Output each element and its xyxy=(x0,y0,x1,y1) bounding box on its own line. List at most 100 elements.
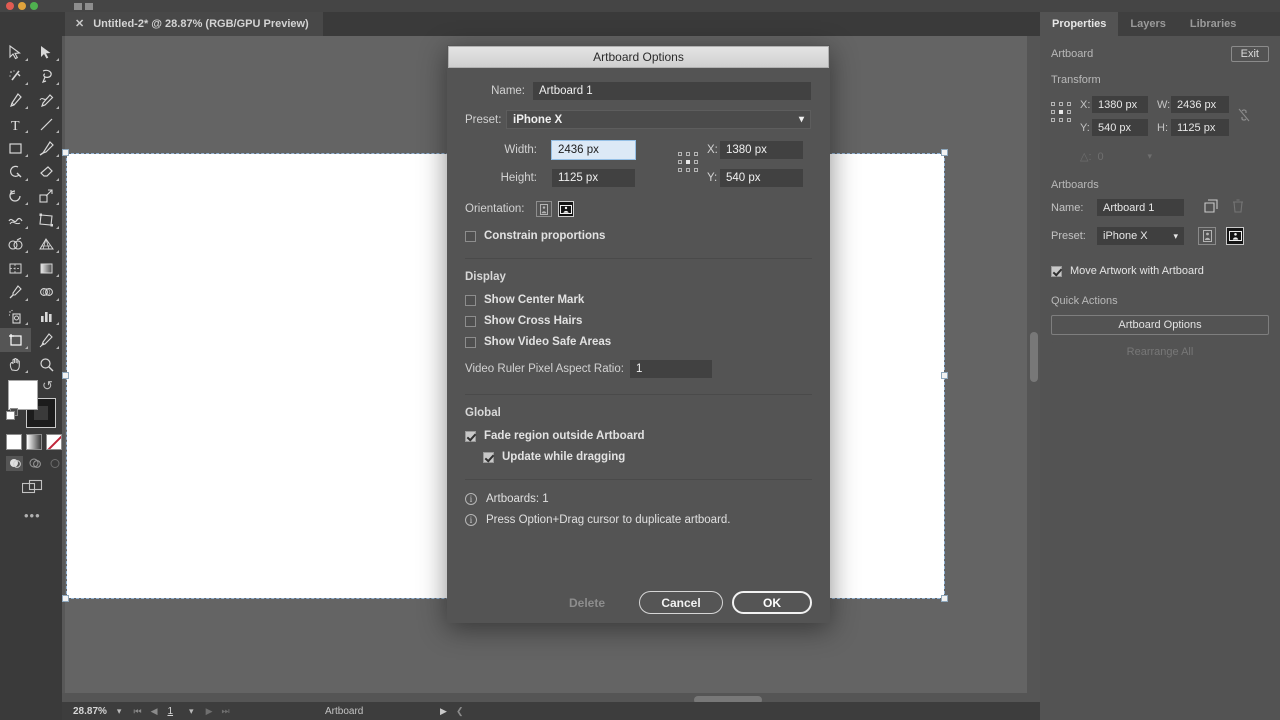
tab-libraries[interactable]: Libraries xyxy=(1178,12,1248,36)
move-artwork-row[interactable]: Move Artwork with Artboard xyxy=(1051,265,1280,277)
last-artboard-icon[interactable]: ⏭ xyxy=(222,706,230,717)
resize-handle-tr[interactable] xyxy=(941,149,948,156)
fill-color-swatch[interactable] xyxy=(8,380,38,410)
rectangle-tool[interactable] xyxy=(0,136,31,160)
update-dragging-row[interactable]: Update while dragging xyxy=(483,451,812,463)
resize-handle-ml[interactable] xyxy=(62,372,69,379)
free-transform-tool[interactable] xyxy=(31,208,62,232)
dialog-x-input[interactable]: 1380 px xyxy=(720,141,803,159)
resize-handle-br[interactable] xyxy=(941,595,948,602)
transform-w-input[interactable]: 2436 px xyxy=(1171,96,1229,113)
fade-region-row[interactable]: Fade region outside Artboard xyxy=(465,430,812,442)
prev-artboard-icon[interactable]: ◀ xyxy=(151,706,158,717)
line-segment-tool[interactable] xyxy=(31,112,62,136)
zoom-level[interactable]: 28.87% xyxy=(73,706,107,717)
ok-button[interactable]: OK xyxy=(732,591,812,614)
document-tab[interactable]: ✕ Untitled-2* @ 28.87% (RGB/GPU Preview) xyxy=(65,12,323,36)
perspective-grid-tool[interactable] xyxy=(31,232,62,256)
selection-tool[interactable] xyxy=(0,40,31,64)
constrain-proportions-checkbox[interactable] xyxy=(465,230,476,242)
new-artboard-icon[interactable] xyxy=(1204,199,1218,218)
gradient-tool[interactable] xyxy=(31,256,62,280)
close-window-button[interactable] xyxy=(6,2,14,10)
swap-fill-stroke-icon[interactable]: ↺ xyxy=(42,378,53,394)
dialog-y-input[interactable]: 540 px xyxy=(720,169,803,187)
artboard-options-button[interactable]: Artboard Options xyxy=(1051,315,1269,335)
edit-toolbar-icon[interactable]: ••• xyxy=(24,508,41,523)
paintbrush-tool[interactable] xyxy=(31,136,62,160)
lasso-tool[interactable] xyxy=(31,64,62,88)
color-mode-button[interactable] xyxy=(6,434,22,450)
eyedropper-tool[interactable] xyxy=(0,280,31,304)
draw-inside-button[interactable] xyxy=(46,456,63,471)
rotate-tool[interactable] xyxy=(0,184,31,208)
default-fill-stroke-icon[interactable] xyxy=(6,408,19,421)
show-video-safe-row[interactable]: Show Video Safe Areas xyxy=(465,336,812,348)
show-center-mark-checkbox[interactable] xyxy=(465,294,476,306)
dialog-reference-point-grid[interactable] xyxy=(678,152,699,173)
scale-tool[interactable] xyxy=(31,184,62,208)
update-while-dragging-checkbox[interactable] xyxy=(483,451,494,463)
close-icon[interactable]: ✕ xyxy=(75,18,84,30)
artboard-preset-select[interactable]: iPhone X ▾ xyxy=(1097,227,1184,245)
rearrange-all-button[interactable]: Rearrange All xyxy=(1051,342,1269,362)
eraser-tool[interactable] xyxy=(31,160,62,184)
transform-x-input[interactable]: 1380 px xyxy=(1092,96,1148,113)
show-cross-hairs-checkbox[interactable] xyxy=(465,315,476,327)
screen-mode-button[interactable] xyxy=(21,479,44,500)
artboard-number[interactable]: 1 xyxy=(167,706,173,717)
minimize-window-button[interactable] xyxy=(18,2,26,10)
artboard-nav-first-prev[interactable]: ⏮ ◀ xyxy=(133,706,157,717)
artboard-dropdown-icon[interactable]: ▾ xyxy=(189,706,194,717)
dialog-preset-select[interactable]: iPhone X ▾ xyxy=(506,110,811,129)
zoom-window-button[interactable] xyxy=(30,2,38,10)
none-mode-button[interactable] xyxy=(46,434,62,450)
first-artboard-icon[interactable]: ⏮ xyxy=(133,706,141,717)
tab-properties[interactable]: Properties xyxy=(1040,12,1119,36)
dialog-height-input[interactable]: 1125 px xyxy=(552,169,635,187)
pen-tool[interactable] xyxy=(0,88,31,112)
direct-selection-tool[interactable] xyxy=(31,40,62,64)
draw-normal-button[interactable] xyxy=(6,456,23,471)
trash-icon[interactable] xyxy=(1232,199,1244,218)
mesh-tool[interactable] xyxy=(0,256,31,280)
status-menu-icon[interactable]: ▶ xyxy=(440,706,447,717)
move-artwork-checkbox[interactable] xyxy=(1051,265,1062,277)
magic-wand-tool[interactable] xyxy=(0,64,31,88)
dialog-orientation-landscape-button[interactable] xyxy=(558,201,574,217)
resize-handle-tl[interactable] xyxy=(62,149,69,156)
dialog-width-input[interactable]: 2436 px xyxy=(551,140,636,160)
resize-handle-mr[interactable] xyxy=(941,372,948,379)
vertical-scroll-thumb[interactable] xyxy=(1030,332,1038,382)
reference-point-grid[interactable] xyxy=(1051,102,1072,123)
video-ratio-input[interactable]: 1 xyxy=(629,360,712,378)
tab-layers[interactable]: Layers xyxy=(1118,12,1177,36)
angle-dropdown-icon[interactable]: ▾ xyxy=(1148,151,1153,162)
dialog-constrain-row[interactable]: Constrain proportions xyxy=(465,230,812,242)
artboard-name-input[interactable]: Artboard 1 xyxy=(1097,199,1184,216)
show-cross-hairs-row[interactable]: Show Cross Hairs xyxy=(465,315,812,327)
shape-builder-tool[interactable] xyxy=(0,232,31,256)
transform-h-input[interactable]: 1125 px xyxy=(1171,119,1229,136)
exit-button[interactable]: Exit xyxy=(1230,46,1269,62)
type-tool[interactable]: T xyxy=(0,112,31,136)
draw-behind-button[interactable] xyxy=(26,456,43,471)
delete-button[interactable]: Delete xyxy=(544,591,630,614)
status-resize-icon[interactable]: ❮ xyxy=(456,706,464,717)
resize-handle-bl[interactable] xyxy=(62,595,69,602)
orientation-portrait-button[interactable] xyxy=(1198,227,1216,245)
cancel-button[interactable]: Cancel xyxy=(639,591,723,614)
next-artboard-icon[interactable]: ▶ xyxy=(206,706,213,717)
curvature-tool[interactable] xyxy=(31,88,62,112)
show-center-mark-row[interactable]: Show Center Mark xyxy=(465,294,812,306)
transform-y-input[interactable]: 540 px xyxy=(1092,119,1148,136)
orientation-landscape-button[interactable] xyxy=(1226,227,1244,245)
symbol-sprayer-tool[interactable] xyxy=(0,304,31,328)
width-tool[interactable] xyxy=(0,208,31,232)
artboard-nav-next-last[interactable]: ▶ ⏭ xyxy=(206,706,230,717)
link-dimensions-icon[interactable] xyxy=(1237,107,1251,128)
dialog-orientation-portrait-button[interactable] xyxy=(536,201,552,217)
fade-region-checkbox[interactable] xyxy=(465,430,476,442)
gradient-mode-button[interactable] xyxy=(26,434,42,450)
shaper-tool[interactable] xyxy=(0,160,31,184)
